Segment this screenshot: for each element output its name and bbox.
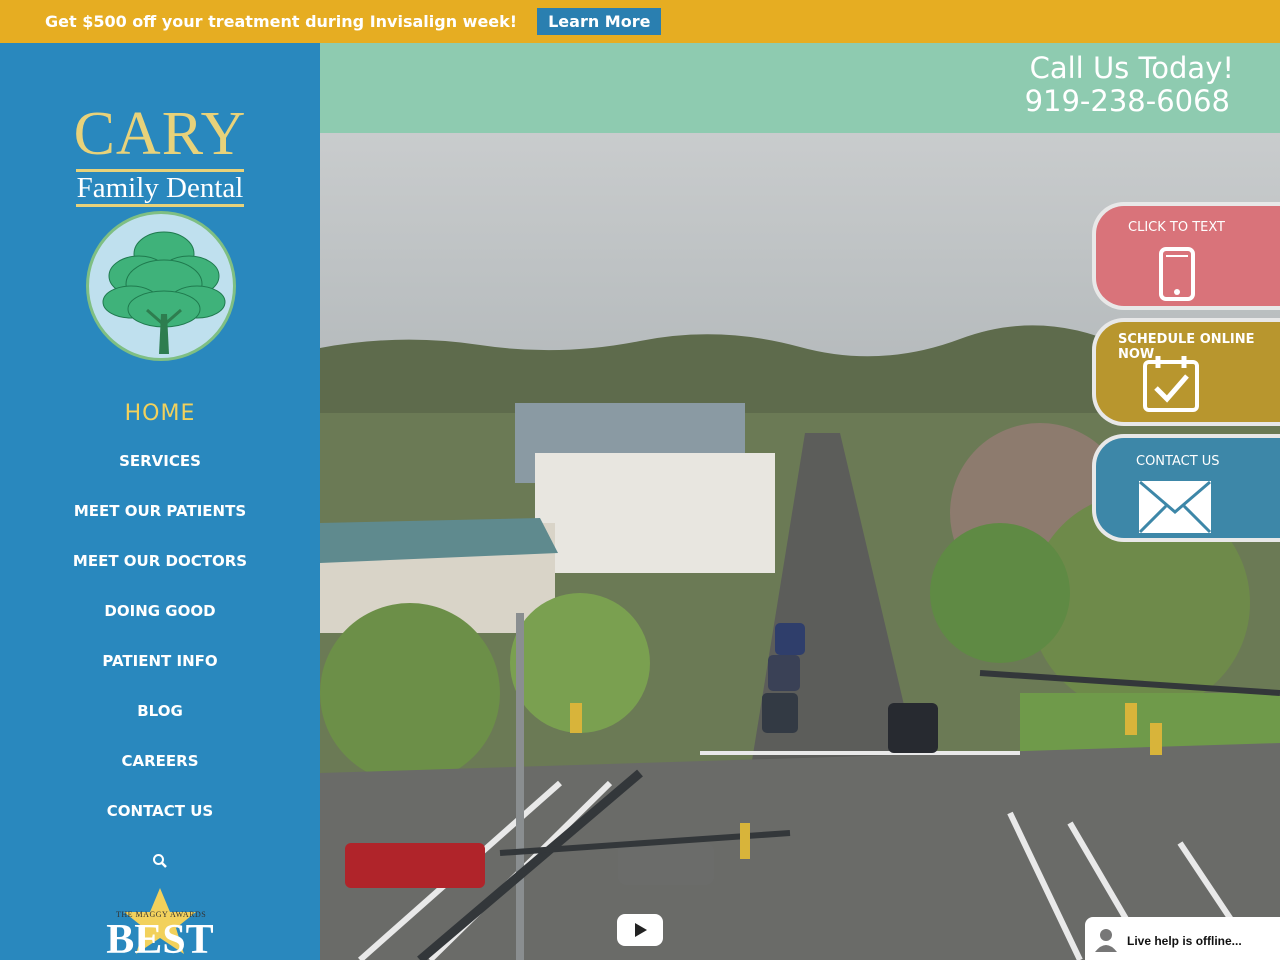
main-nav: HOME SERVICES MEET OUR PATIENTS MEET OUR… — [0, 390, 320, 886]
nav-doing-good[interactable]: DOING GOOD — [0, 586, 320, 636]
call-header: Call Us Today! 919-238-6068 — [320, 43, 1280, 133]
phone-number[interactable]: 919-238-6068 — [1025, 84, 1230, 118]
click-to-text-tab[interactable]: CLICK TO TEXT — [1092, 202, 1280, 310]
promo-bar: Get $500 off your treatment during Invis… — [0, 0, 1280, 43]
nav-blog[interactable]: BLOG — [0, 686, 320, 736]
nav-contact-us[interactable]: CONTACT US — [0, 786, 320, 836]
click-to-text-label: CLICK TO TEXT — [1128, 220, 1225, 235]
nav-patient-info[interactable]: PATIENT INFO — [0, 636, 320, 686]
nav-services[interactable]: SERVICES — [0, 436, 320, 486]
contact-us-label: CONTACT US — [1136, 454, 1220, 469]
live-help-widget[interactable]: Live help is offline... — [1085, 917, 1280, 960]
live-help-status: Live help is offline... — [1127, 934, 1242, 948]
envelope-icon — [1138, 480, 1212, 538]
award-best: BEST — [106, 917, 214, 960]
search-icon[interactable] — [0, 836, 320, 886]
phone-icon — [1158, 246, 1196, 306]
nav-meet-our-doctors[interactable]: MEET OUR DOCTORS — [0, 536, 320, 586]
tree-logo-icon — [86, 211, 236, 361]
user-icon — [1093, 926, 1119, 956]
promo-text: Get $500 off your treatment during Invis… — [45, 12, 518, 31]
award-badge: THE MAGGY AWARDS BEST — [98, 886, 222, 960]
logo[interactable]: CARY Family Dental — [0, 103, 320, 207]
contact-us-tab[interactable]: CONTACT US — [1092, 434, 1280, 542]
learn-more-button[interactable]: Learn More — [537, 8, 662, 35]
sidebar: CARY Family Dental HOME SERVICES MEET OU… — [0, 43, 320, 960]
nav-meet-our-patients[interactable]: MEET OUR PATIENTS — [0, 486, 320, 536]
logo-subname: Family Dental — [75, 169, 245, 207]
schedule-online-tab[interactable]: SCHEDULE ONLINE NOW — [1092, 318, 1280, 426]
nav-home[interactable]: HOME — [0, 390, 320, 436]
call-title: Call Us Today! — [1029, 51, 1234, 85]
logo-name: CARY — [73, 100, 247, 168]
calendar-check-icon — [1142, 354, 1200, 418]
video-play-button[interactable] — [617, 914, 663, 946]
nav-careers[interactable]: CAREERS — [0, 736, 320, 786]
